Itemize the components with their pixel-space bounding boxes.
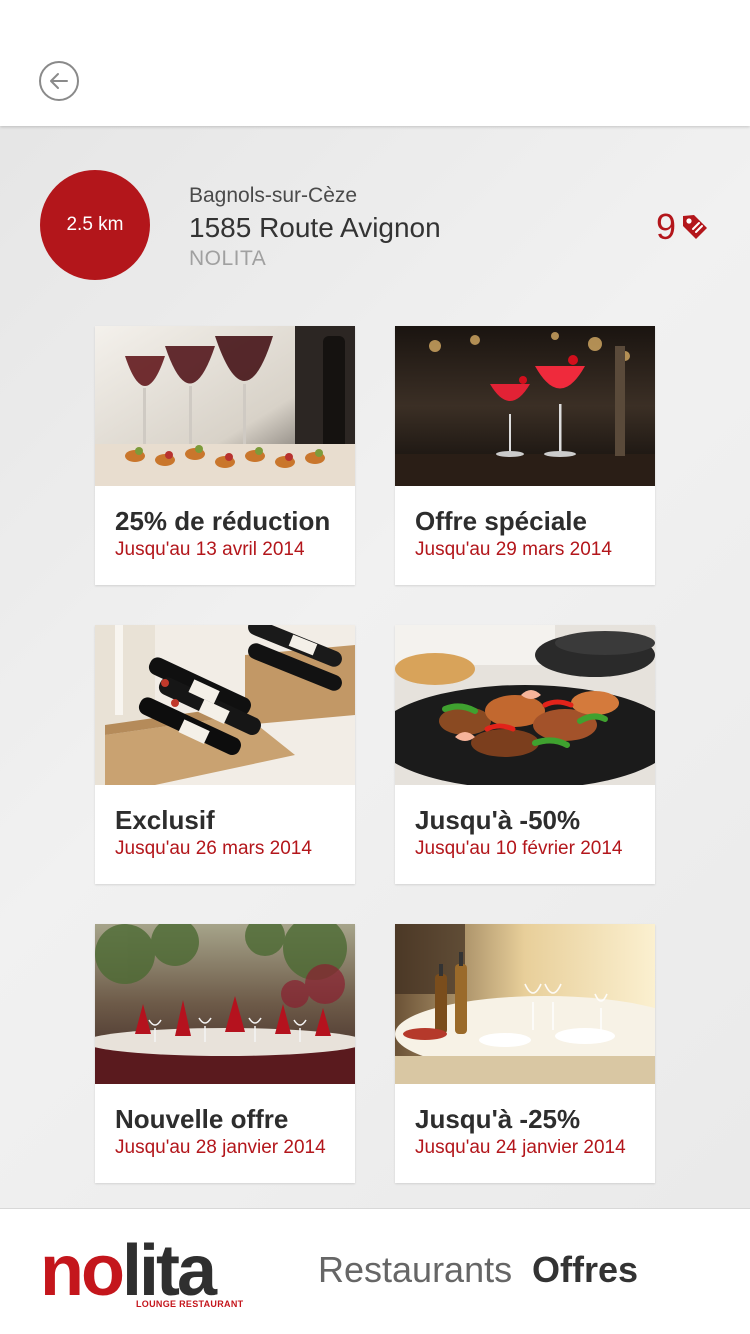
- arrow-left-icon: [50, 73, 68, 89]
- offer-card[interactable]: Exclusif Jusqu'au 26 mars 2014: [95, 625, 355, 884]
- offer-image-wine-appetizers: [95, 326, 355, 486]
- offer-title: Offre spéciale: [415, 506, 587, 536]
- offer-image-dining-room: [95, 924, 355, 1084]
- logo-wordmark: nolita: [40, 1235, 217, 1307]
- back-button[interactable]: [39, 61, 79, 101]
- bottom-nav: nolita LOUNGE RESTAURANT Restaurants Off…: [0, 1208, 750, 1334]
- offer-date: Jusqu'au 26 mars 2014: [115, 838, 312, 859]
- offer-count[interactable]: 9: [656, 206, 710, 248]
- offer-count-number: 9: [656, 206, 677, 247]
- restaurant-header: 2.5 km Bagnols-sur-Cèze 1585 Route Avign…: [0, 126, 750, 306]
- nav-restaurants[interactable]: Restaurants: [318, 1249, 512, 1291]
- offer-date: Jusqu'au 13 avril 2014: [115, 539, 305, 560]
- offer-card[interactable]: Jusqu'à -50% Jusqu'au 10 février 2014: [395, 625, 655, 884]
- offer-title: 25% de réduction: [115, 506, 331, 536]
- price-tag-icon: [683, 215, 708, 239]
- offer-card[interactable]: 25% de réduction Jusqu'au 13 avril 2014: [95, 326, 355, 585]
- venue-name: NOLITA: [189, 247, 267, 270]
- offer-card[interactable]: Nouvelle offre Jusqu'au 28 janvier 2014: [95, 924, 355, 1183]
- offer-title: Exclusif: [115, 805, 215, 835]
- offer-title: Jusqu'à -25%: [415, 1104, 581, 1134]
- logo-text-no: no: [40, 1231, 125, 1311]
- offer-date: Jusqu'au 28 janvier 2014: [115, 1137, 326, 1158]
- offer-card[interactable]: Jusqu'à -25% Jusqu'au 24 janvier 2014: [395, 924, 655, 1183]
- offer-image-cocktails: [395, 326, 655, 486]
- offer-image-fajita: [395, 625, 655, 785]
- offer-date: Jusqu'au 24 janvier 2014: [415, 1137, 626, 1158]
- city-label: Bagnols-sur-Cèze: [189, 184, 358, 207]
- top-bar: [0, 0, 750, 126]
- offer-title: Jusqu'à -50%: [415, 805, 581, 835]
- distance-badge: 2.5 km: [40, 170, 150, 280]
- offer-image-set-table: [395, 924, 655, 1084]
- offer-title: Nouvelle offre: [115, 1104, 289, 1134]
- nav-offres[interactable]: Offres: [532, 1249, 638, 1291]
- offer-card[interactable]: Offre spéciale Jusqu'au 29 mars 2014: [395, 326, 655, 585]
- address-label: 1585 Route Avignon: [189, 212, 441, 243]
- offer-date: Jusqu'au 10 février 2014: [415, 838, 623, 859]
- offer-image-wine-crates: [95, 625, 355, 785]
- offer-date: Jusqu'au 29 mars 2014: [415, 539, 612, 560]
- logo-tagline: LOUNGE RESTAURANT: [136, 1299, 244, 1309]
- nolita-logo[interactable]: nolita LOUNGE RESTAURANT: [40, 1235, 244, 1315]
